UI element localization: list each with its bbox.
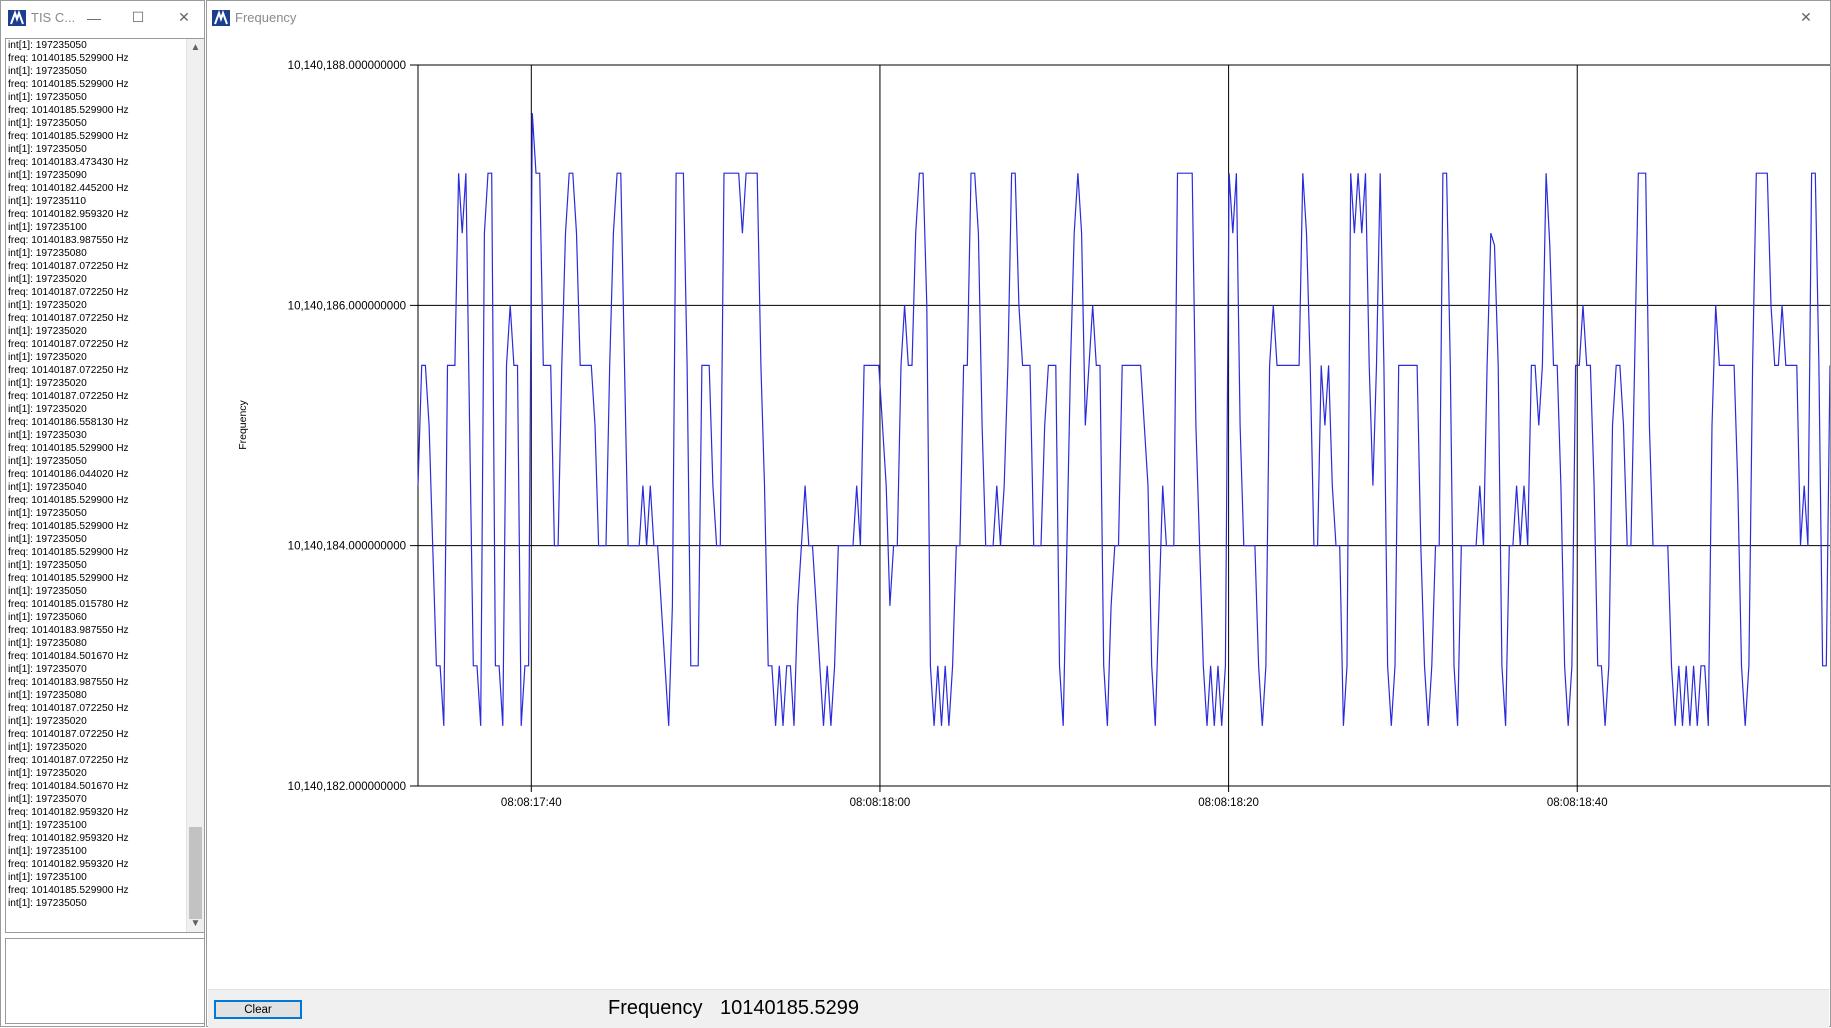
- log-line: freq: 10140182.959320 Hz: [8, 209, 129, 220]
- frequency-readout-label: Frequency: [608, 997, 703, 1019]
- scroll-down-icon[interactable]: ▼: [187, 915, 204, 932]
- x-tick-label: 08:08:18:20: [1198, 797, 1259, 809]
- log-line: int[1]: 197235050: [8, 92, 87, 103]
- log-line: freq: 10140185.529900 Hz: [8, 131, 129, 142]
- log-line: freq: 10140184.501670 Hz: [8, 781, 129, 792]
- log-window: TIS C... — ☐ ✕ int[1]: 197235050 freq: 10…: [0, 0, 205, 1027]
- log-line: int[1]: 197235020: [8, 274, 87, 285]
- close-button[interactable]: ✕: [161, 1, 207, 34]
- y-tick-label: 10,140,186.000000000: [288, 300, 406, 312]
- log-line: freq: 10140187.072250 Hz: [8, 339, 129, 350]
- log-line: freq: 10140183.473430 Hz: [8, 157, 129, 168]
- log-line: freq: 10140185.529900 Hz: [8, 443, 129, 454]
- frequency-window: Frequency ✕ 10,140,182.000000000 10,140,1…: [206, 0, 1831, 1028]
- log-line: int[1]: 197235020: [8, 742, 87, 753]
- app-icon: [8, 10, 26, 26]
- log-line: int[1]: 197235090: [8, 170, 87, 181]
- y-tick-label: 10,140,182.000000000: [288, 781, 406, 793]
- log-line: int[1]: 197235030: [8, 430, 87, 441]
- scrollbar-thumb[interactable]: [189, 827, 202, 919]
- log-line: freq: 10140183.987550 Hz: [8, 235, 129, 246]
- log-line: freq: 10140185.529900 Hz: [8, 521, 129, 532]
- log-window-titlebar[interactable]: TIS C... — ☐ ✕: [1, 1, 204, 34]
- log-line: freq: 10140185.015780 Hz: [8, 599, 129, 610]
- frequency-series-line: [417, 113, 1830, 726]
- log-line: int[1]: 197235020: [8, 300, 87, 311]
- clear-button[interactable]: Clear: [214, 1000, 302, 1019]
- log-line: freq: 10140187.072250 Hz: [8, 391, 129, 402]
- log-line: int[1]: 197235050: [8, 534, 87, 545]
- log-line: int[1]: 197235020: [8, 768, 87, 779]
- log-line: freq: 10140187.072250 Hz: [8, 365, 129, 376]
- log-line: int[1]: 197235100: [8, 222, 87, 233]
- log-line: int[1]: 197235110: [8, 196, 86, 207]
- log-line: int[1]: 197235050: [8, 118, 87, 129]
- log-line: freq: 10140185.529900 Hz: [8, 495, 129, 506]
- log-line: freq: 10140187.072250 Hz: [8, 261, 129, 272]
- command-input[interactable]: [5, 938, 205, 1024]
- log-line: int[1]: 197235050: [8, 560, 87, 571]
- log-line: int[1]: 197235080: [8, 638, 87, 649]
- log-line: int[1]: 197235100: [8, 846, 87, 857]
- log-line: freq: 10140184.501670 Hz: [8, 651, 129, 662]
- log-line: int[1]: 197235050: [8, 40, 87, 51]
- log-line: freq: 10140186.558130 Hz: [8, 417, 129, 428]
- maximize-button[interactable]: ☐: [115, 1, 161, 34]
- y-axis-title: Frequency: [237, 399, 249, 449]
- log-line: freq: 10140185.529900 Hz: [8, 547, 129, 558]
- log-window-title: TIS C...: [31, 10, 76, 25]
- log-line: freq: 10140187.072250 Hz: [8, 703, 129, 714]
- log-line: int[1]: 197235080: [8, 248, 87, 259]
- log-line: int[1]: 197235020: [8, 378, 87, 389]
- scroll-up-icon[interactable]: ▲: [187, 39, 204, 56]
- log-line: int[1]: 197235050: [8, 508, 87, 519]
- log-line: freq: 10140182.959320 Hz: [8, 859, 129, 870]
- log-line: freq: 10140187.072250 Hz: [8, 287, 129, 298]
- log-line: int[1]: 197235100: [8, 820, 87, 831]
- log-line: int[1]: 197235050: [8, 586, 87, 597]
- log-output[interactable]: int[1]: 197235050 freq: 10140185.529900 H…: [5, 38, 205, 933]
- log-line: int[1]: 197235020: [8, 352, 87, 363]
- log-line: freq: 10140182.959320 Hz: [8, 833, 129, 844]
- log-line: int[1]: 197235040: [8, 482, 87, 493]
- log-line: int[1]: 197235050: [8, 456, 87, 467]
- log-line: freq: 10140187.072250 Hz: [8, 313, 129, 324]
- frequency-readout-value: 10140185.5299: [720, 997, 860, 1019]
- x-tick-label: 08:08:18:00: [850, 797, 911, 809]
- x-tick-label: 08:08:17:40: [501, 797, 562, 809]
- log-line: freq: 10140183.987550 Hz: [8, 677, 129, 688]
- log-line: int[1]: 197235060: [8, 612, 87, 623]
- log-line: int[1]: 197235080: [8, 690, 87, 701]
- log-line: freq: 10140185.529900 Hz: [8, 53, 129, 64]
- minimize-button[interactable]: —: [71, 1, 117, 34]
- log-line: int[1]: 197235020: [8, 716, 87, 727]
- log-line: freq: 10140187.072250 Hz: [8, 755, 129, 766]
- log-line: freq: 10140185.529900 Hz: [8, 573, 129, 584]
- bottom-bar: Clear Frequency 10140185.5299: [208, 989, 1829, 1028]
- log-line: freq: 10140185.529900 Hz: [8, 885, 129, 896]
- frequency-chart: 10,140,182.000000000 10,140,184.000000000…: [237, 60, 1830, 809]
- log-line: int[1]: 197235020: [8, 326, 87, 337]
- log-line: freq: 10140185.529900 Hz: [8, 79, 129, 90]
- log-line: int[1]: 197235070: [8, 664, 87, 675]
- log-lines: int[1]: 197235050 freq: 10140185.529900 H…: [8, 39, 188, 910]
- log-line: freq: 10140182.445200 Hz: [8, 183, 129, 194]
- log-line: freq: 10140186.044020 Hz: [8, 469, 129, 480]
- log-line: freq: 10140185.529900 Hz: [8, 105, 129, 116]
- log-line: freq: 10140187.072250 Hz: [8, 729, 129, 740]
- log-line: freq: 10140183.987550 Hz: [8, 625, 129, 636]
- log-line: int[1]: 197235050: [8, 66, 87, 77]
- y-tick-label: 10,140,188.000000000: [288, 60, 406, 72]
- log-line: int[1]: 197235050: [8, 898, 87, 909]
- x-tick-label: 08:08:18:40: [1547, 797, 1608, 809]
- log-line: int[1]: 197235070: [8, 794, 87, 805]
- log-line: freq: 10140182.959320 Hz: [8, 807, 129, 818]
- log-line: int[1]: 197235050: [8, 144, 87, 155]
- log-scrollbar[interactable]: ▲ ▼: [186, 39, 204, 932]
- log-line: int[1]: 197235100: [8, 872, 87, 883]
- y-tick-label: 10,140,184.000000000: [288, 541, 406, 553]
- log-line: int[1]: 197235020: [8, 404, 87, 415]
